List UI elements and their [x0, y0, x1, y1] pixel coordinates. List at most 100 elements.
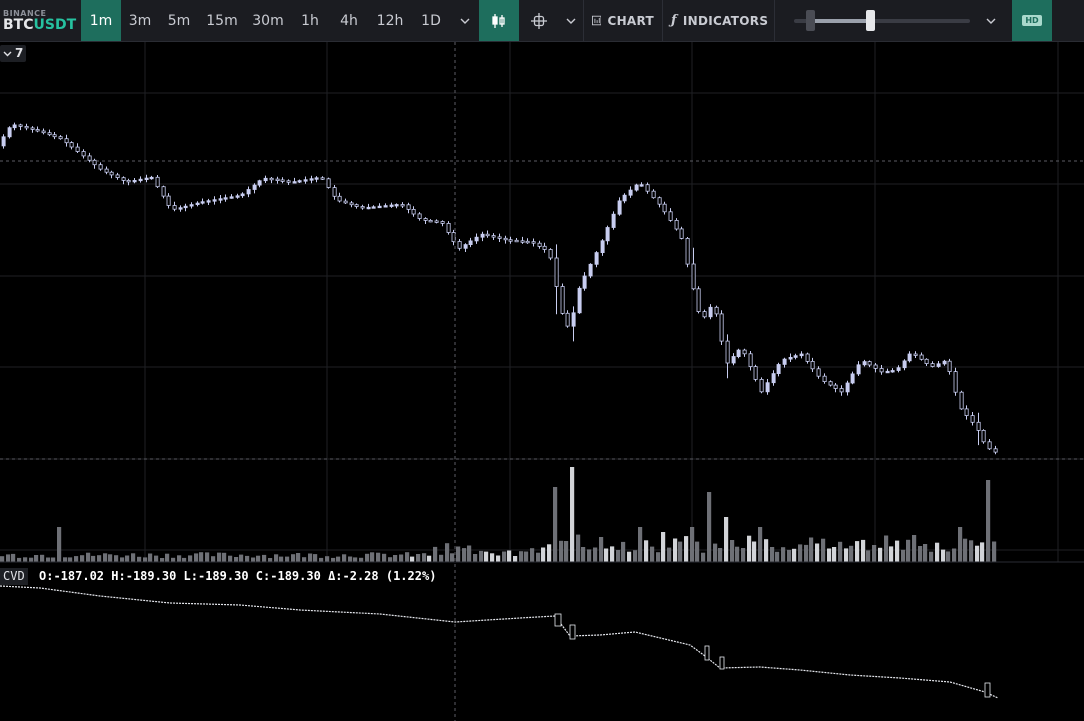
candle-body [542, 245, 547, 250]
volume-bar [143, 557, 148, 562]
volume-bar [405, 552, 410, 562]
candle-body [280, 179, 285, 182]
candle-body [947, 360, 952, 373]
volume-bar [125, 555, 130, 562]
volume-bar [256, 555, 261, 562]
candle-body [206, 200, 211, 203]
volume-bar [952, 548, 957, 562]
volume-bar [348, 556, 353, 562]
timeframe-15m[interactable]: 15m [199, 0, 245, 41]
timeframe-4h[interactable]: 4h [329, 0, 369, 41]
top-toolbar: BINANCE BTCUSDT 1m 3m 5m 15m 30m 1h 4h 1… [0, 0, 1084, 42]
timeframe-1d[interactable]: 1D [411, 0, 451, 41]
cvd-open: O:-187.02 [39, 569, 105, 583]
candlestick-icon[interactable] [479, 0, 519, 41]
slider-fill [810, 19, 870, 23]
candle-body [343, 200, 348, 204]
candle-body [109, 171, 114, 176]
candle-body [896, 367, 901, 371]
candle-body [457, 241, 462, 249]
candle-body [314, 177, 319, 180]
timeframe-12h[interactable]: 12h [369, 0, 411, 41]
candle-body [440, 221, 445, 224]
volume-bar [365, 553, 370, 562]
candle-body [423, 218, 428, 221]
candle-body [588, 263, 593, 277]
candle-body [531, 241, 536, 244]
timeframe-30m[interactable]: 30m [245, 0, 291, 41]
volume-bar [279, 556, 284, 562]
candle-body [47, 132, 52, 136]
price-pane-toggle[interactable]: 7 [0, 45, 26, 62]
cvd-indicator-label[interactable]: CVD [0, 568, 28, 585]
timeframe-5m[interactable]: 5m [159, 0, 199, 41]
volume-bar [553, 487, 558, 562]
candle-body [696, 288, 701, 313]
candle-body [725, 340, 730, 364]
volume-bar [775, 551, 780, 562]
timeframe-1m[interactable]: 1m [81, 0, 121, 41]
slider-handle-left[interactable] [806, 10, 815, 31]
volume-bar [433, 546, 438, 562]
volume-bar [251, 557, 256, 562]
indicators-button[interactable]: ƒ INDICATORS [663, 0, 774, 41]
volume-bar [849, 545, 854, 562]
timeframe-chevron-down-icon[interactable] [451, 0, 479, 41]
volume-bar [524, 551, 529, 562]
candle-body [736, 349, 741, 358]
volume-bar [245, 555, 250, 562]
volume-bar [336, 556, 341, 562]
candle-body [132, 179, 137, 183]
candle-body [987, 441, 992, 450]
volume-bar [188, 555, 193, 562]
volume-bar [222, 552, 227, 562]
candle-body [668, 211, 673, 221]
volume-bar [399, 554, 404, 562]
candle-body [400, 204, 405, 207]
toolbar-divider [774, 0, 775, 41]
volume-bar [861, 539, 866, 562]
chart-button[interactable]: CHART [584, 0, 662, 41]
candle-body [30, 127, 35, 130]
timeframe-range-slider[interactable] [794, 0, 970, 41]
candle-body [953, 371, 958, 393]
candle-body [964, 408, 969, 416]
timeframe-3m[interactable]: 3m [121, 0, 159, 41]
hd-toggle-button[interactable]: HD [1012, 0, 1052, 41]
volume-bar [234, 557, 239, 562]
candle-body [816, 368, 821, 377]
volume-bar [450, 553, 455, 562]
candle-body [52, 134, 57, 138]
volume-bar [963, 538, 968, 562]
volume-bar [638, 527, 643, 562]
settings-chevron-down-icon[interactable] [970, 0, 1012, 41]
candle-body [434, 220, 439, 223]
slider-handle-right[interactable] [866, 10, 875, 31]
price-chart[interactable] [0, 42, 1084, 721]
crosshair-chevron-down-icon[interactable] [559, 0, 583, 41]
volume-bar [80, 555, 85, 562]
volume-bar [764, 539, 769, 562]
volume-bar [199, 552, 204, 562]
candle-body [560, 286, 565, 314]
candle-body [993, 448, 998, 453]
candle-body [7, 127, 12, 138]
volume-bar [239, 554, 244, 562]
candle-body [121, 177, 126, 181]
candle-body [617, 200, 622, 215]
timeframe-1h[interactable]: 1h [291, 0, 329, 41]
volume-bar [661, 532, 666, 562]
candle-body [594, 252, 599, 265]
volume-bar [707, 492, 712, 562]
candle-body [731, 356, 736, 364]
volume-bar [701, 552, 706, 562]
candle-body [873, 364, 878, 369]
volume-bar [296, 553, 301, 562]
market-selector[interactable]: BINANCE BTCUSDT [0, 0, 81, 41]
cvd-candle [704, 645, 710, 661]
crosshair-icon[interactable] [519, 0, 559, 41]
volume-bar [382, 553, 387, 562]
volume-bar [929, 551, 934, 562]
candle-body [497, 236, 502, 239]
volume-bar [941, 549, 946, 562]
